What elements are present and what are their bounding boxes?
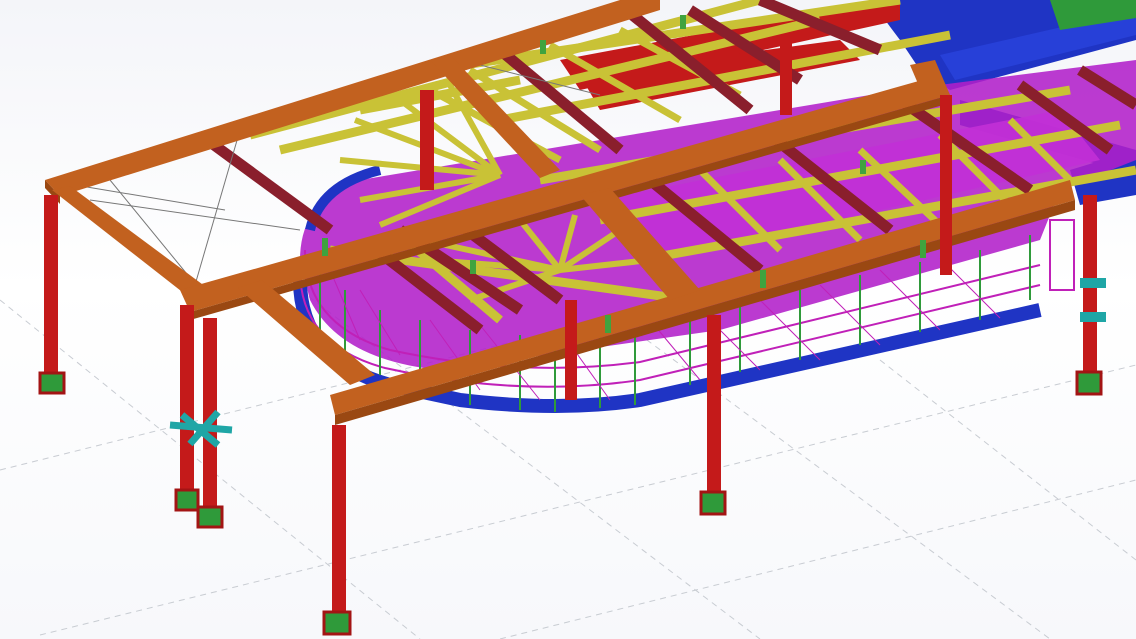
grid-line: [499, 479, 1136, 639]
column: [780, 35, 792, 115]
stair-railing: [1049, 219, 1075, 291]
column: [44, 195, 58, 380]
column-base: [38, 371, 66, 395]
bracket: [1080, 278, 1106, 288]
column: [707, 315, 721, 495]
rafter: [206, 137, 334, 235]
model-viewport[interactable]: [0, 0, 1136, 639]
column-base: [1075, 370, 1103, 396]
column: [565, 300, 577, 400]
grid-line: [619, 319, 1051, 639]
column: [420, 90, 434, 190]
column-base: [322, 610, 352, 636]
column: [332, 425, 346, 620]
column-base: [196, 505, 224, 529]
column: [940, 95, 952, 275]
bracket: [1080, 312, 1106, 322]
right-column-brackets: [1049, 219, 1106, 322]
main-beam: [52, 186, 210, 298]
column-base: [699, 490, 727, 516]
brace-wire: [74, 184, 226, 211]
steel-structure-3d-view[interactable]: [0, 0, 1136, 639]
column-base: [174, 488, 200, 512]
teal-bracket: [169, 409, 233, 448]
column: [180, 305, 194, 500]
